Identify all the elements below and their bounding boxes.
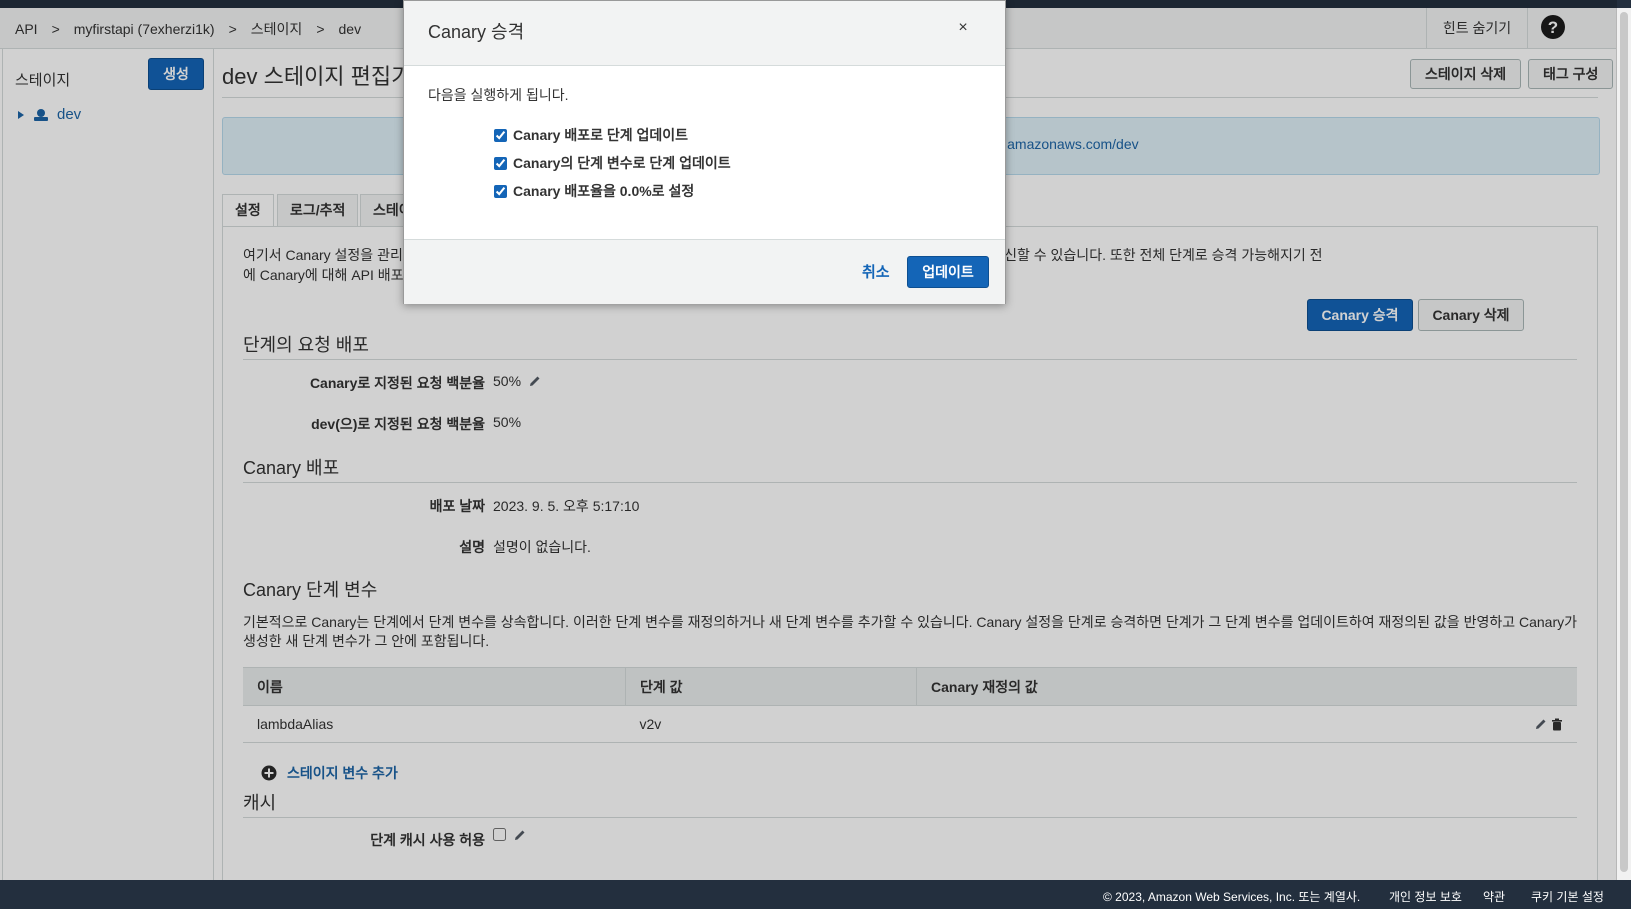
option-update-variables[interactable]: Canary의 단계 변수로 단계 업데이트 — [494, 153, 731, 173]
update-button[interactable]: 업데이트 — [907, 256, 989, 288]
close-icon[interactable]: × — [954, 19, 972, 37]
dialog-footer: 취소 업데이트 — [404, 239, 1005, 304]
option-reset-percentage-checkbox[interactable] — [494, 184, 507, 198]
promote-canary-dialog: Canary 승격 × 다음을 실행하게 됩니다. Canary 배포로 단계 … — [403, 0, 1006, 304]
scrollbar-thumb[interactable] — [1620, 12, 1628, 872]
footer-cookies-link[interactable]: 쿠키 기본 설정 — [1531, 888, 1604, 905]
option-update-variables-checkbox[interactable] — [494, 156, 507, 170]
footer-copyright: © 2023, Amazon Web Services, Inc. 또는 계열사… — [1103, 890, 1361, 904]
cancel-button[interactable]: 취소 — [862, 261, 890, 282]
footer: © 2023, Amazon Web Services, Inc. 또는 계열사… — [0, 880, 1631, 909]
dialog-title: Canary 승격 — [428, 22, 525, 42]
option-reset-percentage[interactable]: Canary 배포율을 0.0%로 설정 — [494, 181, 694, 201]
footer-terms-link[interactable]: 약관 — [1483, 888, 1505, 905]
option-update-deployment[interactable]: Canary 배포로 단계 업데이트 — [494, 125, 688, 145]
option-update-deployment-checkbox[interactable] — [494, 128, 507, 142]
option-label: Canary의 단계 변수로 단계 업데이트 — [513, 155, 731, 171]
scrollbar[interactable] — [1616, 8, 1631, 880]
footer-privacy-link[interactable]: 개인 정보 보호 — [1389, 888, 1462, 905]
option-label: Canary 배포로 단계 업데이트 — [513, 127, 689, 143]
dialog-intro: 다음을 실행하게 됩니다. — [428, 87, 569, 103]
dialog-header: Canary 승격 × — [404, 1, 1005, 66]
option-label: Canary 배포율을 0.0%로 설정 — [513, 183, 695, 199]
